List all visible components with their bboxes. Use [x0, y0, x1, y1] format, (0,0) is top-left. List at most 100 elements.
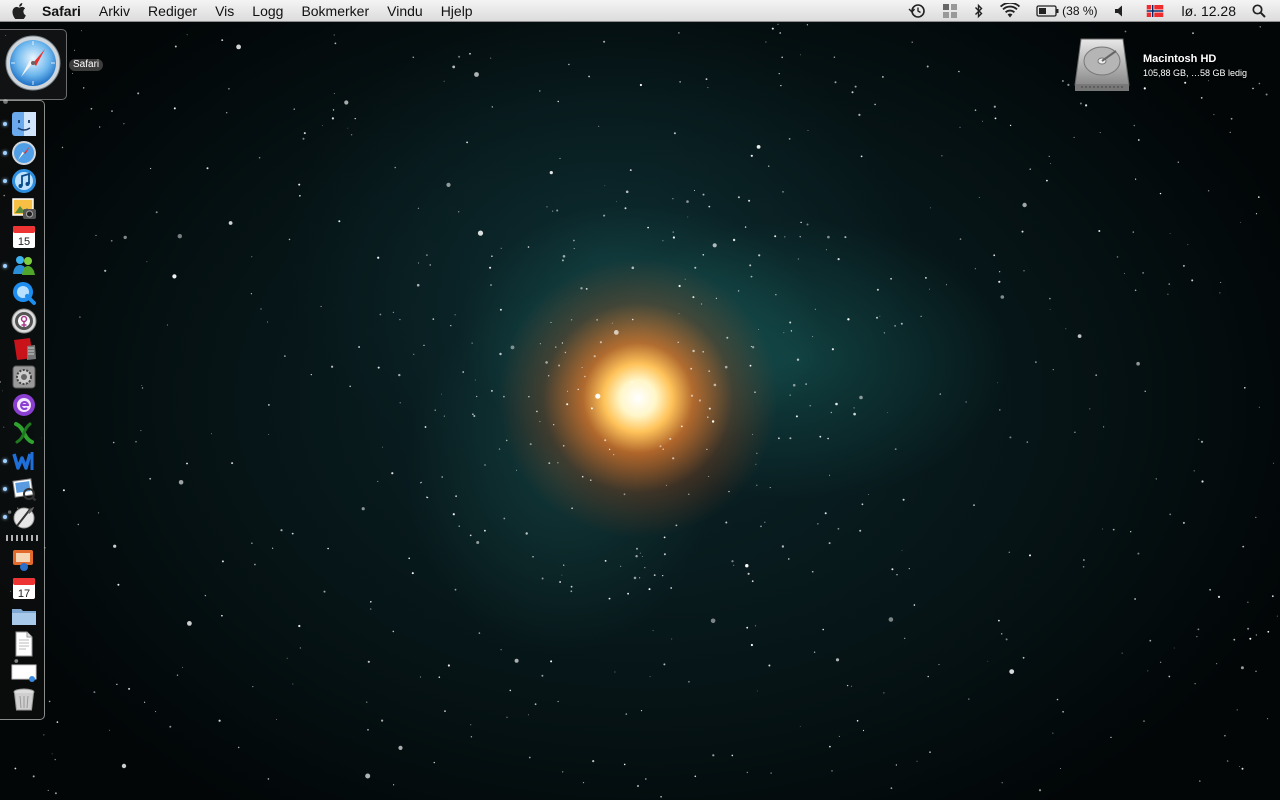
star	[1247, 627, 1250, 630]
star	[432, 318, 435, 320]
star	[56, 721, 59, 723]
star	[458, 525, 460, 527]
star	[999, 409, 1001, 411]
star	[545, 361, 548, 364]
star	[750, 154, 753, 157]
star	[77, 523, 80, 526]
star	[974, 268, 976, 270]
star	[561, 259, 564, 262]
star	[562, 771, 564, 773]
stack-app-icon[interactable]	[11, 547, 37, 573]
document-icon[interactable]	[11, 631, 37, 657]
star	[525, 532, 528, 535]
red-app-icon[interactable]	[11, 336, 37, 362]
time-machine-icon[interactable]	[900, 0, 934, 22]
star	[539, 90, 541, 92]
star	[141, 385, 143, 386]
star	[613, 330, 619, 335]
menu-bokmerker[interactable]: Bokmerker	[292, 0, 378, 22]
stack-ical-icon[interactable]: 17	[11, 575, 37, 601]
star	[509, 689, 512, 692]
spotlight-icon[interactable]	[1248, 0, 1280, 22]
star	[825, 249, 827, 251]
star	[254, 563, 256, 566]
star	[1217, 595, 1221, 599]
finder-icon[interactable]	[11, 111, 37, 137]
menu-arkiv[interactable]: Arkiv	[90, 0, 139, 22]
menubar-clock[interactable]: lø. 12.28	[1176, 3, 1248, 19]
star	[1198, 438, 1200, 440]
star	[662, 240, 664, 242]
star	[93, 691, 96, 694]
star	[433, 761, 435, 764]
star	[806, 24, 809, 26]
menu-vis[interactable]: Vis	[206, 0, 243, 22]
entourage-icon[interactable]	[11, 392, 37, 418]
menu-vindu[interactable]: Vindu	[378, 0, 432, 22]
star	[629, 169, 632, 172]
apple-icon[interactable]	[0, 0, 38, 22]
itunes-icon[interactable]	[11, 168, 37, 194]
menu-rediger[interactable]: Rediger	[139, 0, 206, 22]
safari-icon[interactable]	[5, 35, 61, 96]
wifi-icon[interactable]	[992, 0, 1028, 22]
star	[672, 236, 676, 239]
star	[888, 617, 894, 622]
star	[503, 395, 505, 398]
star	[166, 324, 168, 326]
star	[1173, 647, 1175, 649]
word-icon[interactable]	[11, 448, 37, 474]
star	[469, 534, 472, 537]
preview-icon[interactable]	[11, 476, 37, 502]
star	[1191, 279, 1194, 282]
spaces-icon[interactable]	[934, 0, 966, 22]
bluetooth-icon[interactable]	[966, 0, 992, 22]
star	[1132, 231, 1135, 233]
star	[902, 498, 905, 501]
screenshot-icon[interactable]	[11, 659, 37, 685]
iphoto-icon[interactable]	[11, 196, 37, 222]
menu-hjelp[interactable]: Hjelp	[432, 0, 482, 22]
star	[354, 118, 356, 120]
star	[471, 342, 473, 344]
hard-disk-icon[interactable]	[1073, 35, 1131, 98]
app-circle-icon[interactable]	[11, 308, 37, 334]
star	[780, 85, 782, 87]
star	[817, 523, 819, 525]
star	[958, 70, 960, 73]
star	[1276, 615, 1278, 617]
star	[633, 576, 637, 580]
star	[636, 784, 640, 788]
volume-icon[interactable]	[1106, 0, 1134, 22]
star	[778, 437, 780, 440]
star	[408, 557, 411, 560]
star	[694, 266, 697, 269]
battery-percentage[interactable]: (38 %)	[1060, 4, 1105, 18]
quicktime-icon[interactable]	[11, 280, 37, 306]
star	[896, 574, 898, 576]
excel-icon[interactable]	[11, 420, 37, 446]
star	[54, 792, 57, 795]
script-editor-icon[interactable]	[11, 504, 37, 530]
star	[292, 683, 294, 685]
star	[462, 371, 465, 373]
messenger-icon[interactable]	[11, 252, 37, 278]
system-preferences-icon[interactable]	[11, 364, 37, 390]
star	[573, 239, 575, 242]
star	[447, 664, 450, 667]
folder-icon[interactable]	[11, 603, 37, 629]
star	[559, 581, 561, 583]
star	[862, 729, 865, 732]
battery-icon[interactable]	[1028, 0, 1060, 22]
safari-icon[interactable]	[11, 140, 37, 166]
menu-app-name[interactable]: Safari	[38, 0, 90, 22]
trash-icon[interactable]	[11, 687, 37, 713]
star	[941, 155, 943, 157]
norwegian-flag-icon[interactable]	[1134, 0, 1176, 22]
star	[1049, 308, 1051, 310]
menu-logg[interactable]: Logg	[243, 0, 292, 22]
star	[831, 348, 835, 351]
ical-icon[interactable]: 15	[11, 224, 37, 250]
hard-disk-label[interactable]: Macintosh HD 105,88 GB, …58 GB ledig	[1143, 53, 1247, 78]
star	[800, 54, 801, 56]
